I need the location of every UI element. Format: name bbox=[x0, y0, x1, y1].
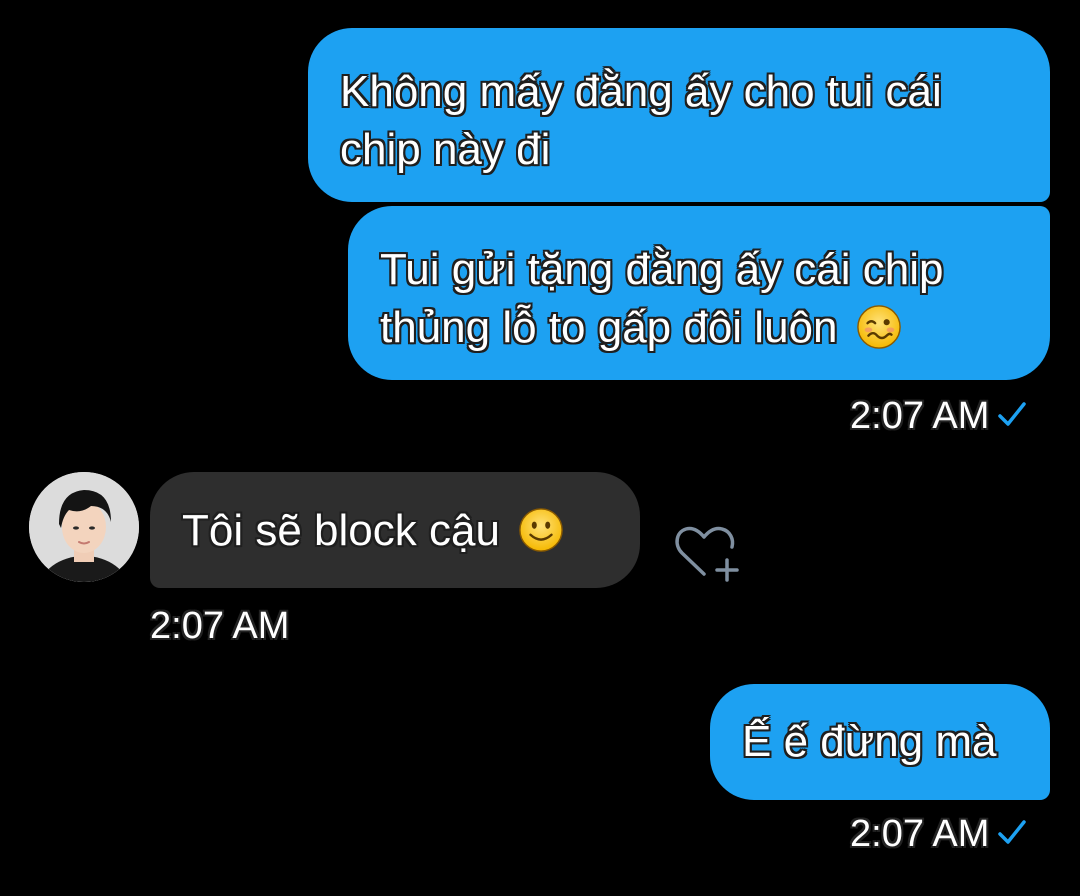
message-text: Ế ế đừng mà bbox=[742, 717, 997, 766]
message-timestamp: 2:07 AM bbox=[150, 605, 290, 647]
outgoing-message-bubble[interactable]: Không mấy đằng ấy cho tui cái chip này đ… bbox=[308, 28, 1050, 202]
message-text-line: thủng lỗ to gấp đôi luôn bbox=[380, 303, 838, 352]
message-text-line: Tui gửi tặng đằng ấy cái chip bbox=[380, 245, 944, 294]
heart-plus-icon[interactable] bbox=[672, 522, 744, 584]
incoming-message-bubble[interactable]: Tôi sẽ block cậu bbox=[150, 472, 640, 588]
outgoing-message-bubble[interactable]: Tui gửi tặng đằng ấy cái chip thủng lỗ t… bbox=[348, 206, 1050, 380]
message-text: Tôi sẽ block cậu bbox=[182, 506, 500, 555]
message-text-line: chip này đi bbox=[340, 125, 551, 174]
checkmark-icon bbox=[998, 820, 1027, 844]
message-timestamp: 2:07 AM bbox=[850, 814, 1029, 854]
avatar-image bbox=[29, 472, 139, 582]
slightly-smiling-face-emoji bbox=[519, 508, 563, 552]
message-timestamp: 2:07 AM bbox=[850, 396, 1029, 436]
message-text-line: Không mấy đằng ấy cho tui cái bbox=[340, 67, 942, 116]
woozy-face-emoji bbox=[856, 305, 901, 349]
outgoing-message-bubble[interactable]: Ế ế đừng mà bbox=[710, 684, 1050, 800]
avatar[interactable] bbox=[29, 472, 139, 582]
checkmark-icon bbox=[998, 402, 1027, 426]
